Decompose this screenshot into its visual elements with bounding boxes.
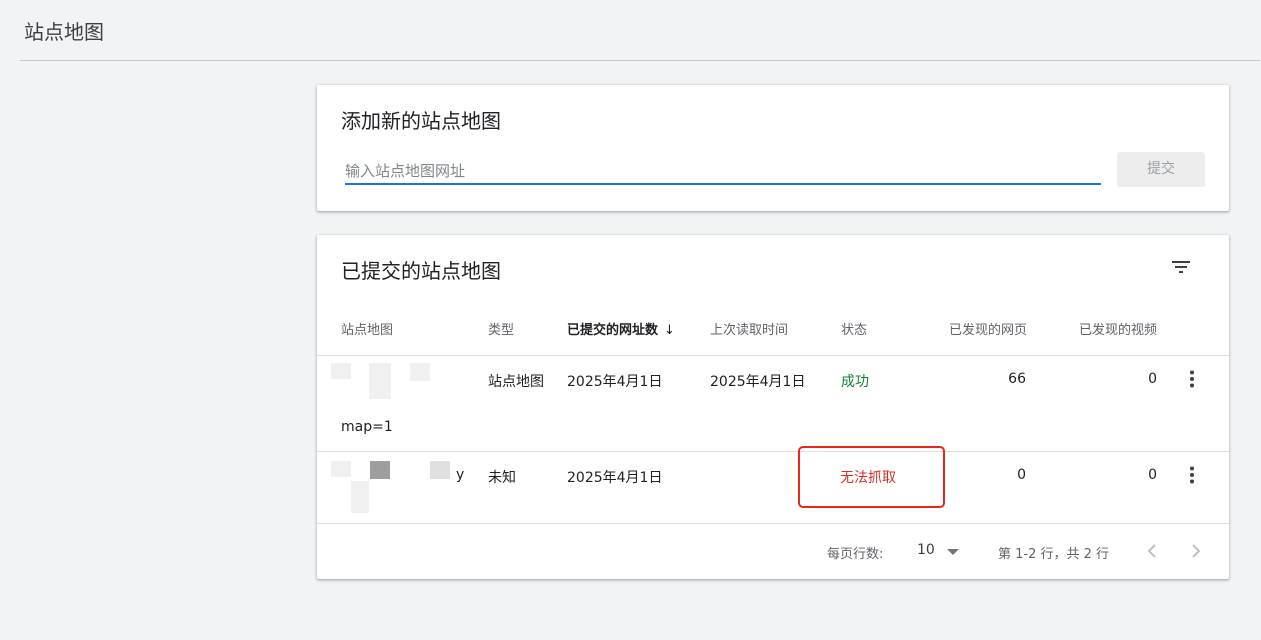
add-sitemap-title: 添加新的站点地图: [341, 109, 501, 133]
redacted-area: [331, 363, 351, 379]
redacted-area: [370, 461, 390, 479]
arrow-down-icon: ↓: [664, 323, 675, 338]
status-success: 成功: [841, 374, 869, 390]
cell-videos: 0: [1148, 371, 1157, 387]
redacted-area: [369, 363, 391, 399]
page-header: 站点地图: [20, 0, 1260, 61]
column-header-status[interactable]: 状态: [841, 319, 867, 338]
chevron-right-icon[interactable]: [1184, 539, 1208, 563]
page-title: 站点地图: [24, 20, 104, 44]
column-header-type[interactable]: 类型: [488, 319, 514, 338]
redacted-area: [430, 461, 450, 479]
dropdown-arrow-icon: [947, 549, 959, 555]
column-header-submitted-label: 已提交的网址数: [567, 323, 659, 338]
submitted-sitemaps-title: 已提交的站点地图: [341, 259, 501, 283]
add-sitemap-card: 添加新的站点地图 提交: [317, 85, 1229, 211]
row-divider: [317, 355, 1229, 356]
sitemap-url-suffix[interactable]: map=1: [341, 419, 393, 435]
cell-pages: 66: [1008, 371, 1026, 387]
submit-button[interactable]: 提交: [1117, 152, 1205, 187]
sitemap-url-suffix[interactable]: y: [456, 467, 464, 483]
redacted-area: [331, 461, 351, 477]
redacted-area: [410, 363, 430, 381]
column-header-last-read[interactable]: 上次读取时间: [710, 319, 788, 338]
error-highlight-box: [798, 446, 945, 508]
row-divider: [317, 451, 1229, 452]
column-header-sitemap[interactable]: 站点地图: [341, 319, 393, 338]
sitemap-url-input[interactable]: [345, 159, 1101, 185]
column-header-videos[interactable]: 已发现的视频: [1079, 319, 1157, 338]
rows-per-page-label: 每页行数:: [827, 547, 884, 562]
cell-pages: 0: [1017, 467, 1026, 483]
cell-submitted: 2025年4月1日: [567, 470, 663, 486]
redacted-area: [351, 481, 369, 513]
column-header-submitted[interactable]: 已提交的网址数 ↓: [567, 319, 675, 338]
more-vert-icon[interactable]: [1180, 463, 1204, 487]
chevron-left-icon[interactable]: [1140, 539, 1164, 563]
cell-videos: 0: [1148, 467, 1157, 483]
pagination-range: 第 1-2 行，共 2 行: [998, 547, 1110, 562]
cell-submitted: 2025年4月1日: [567, 374, 663, 390]
submitted-sitemaps-card: 已提交的站点地图 站点地图 类型 已提交的网址数 ↓ 上次读取时间 状态 已发现的…: [317, 235, 1229, 579]
row-divider: [317, 523, 1229, 524]
more-vert-icon[interactable]: [1180, 367, 1204, 391]
rows-per-page-value: 10: [917, 542, 935, 558]
cell-type: 站点地图: [488, 374, 544, 390]
cell-last-read: 2025年4月1日: [710, 374, 806, 390]
column-header-pages[interactable]: 已发现的网页: [949, 319, 1027, 338]
filter-list-icon[interactable]: [1169, 255, 1193, 279]
cell-type: 未知: [488, 470, 516, 486]
